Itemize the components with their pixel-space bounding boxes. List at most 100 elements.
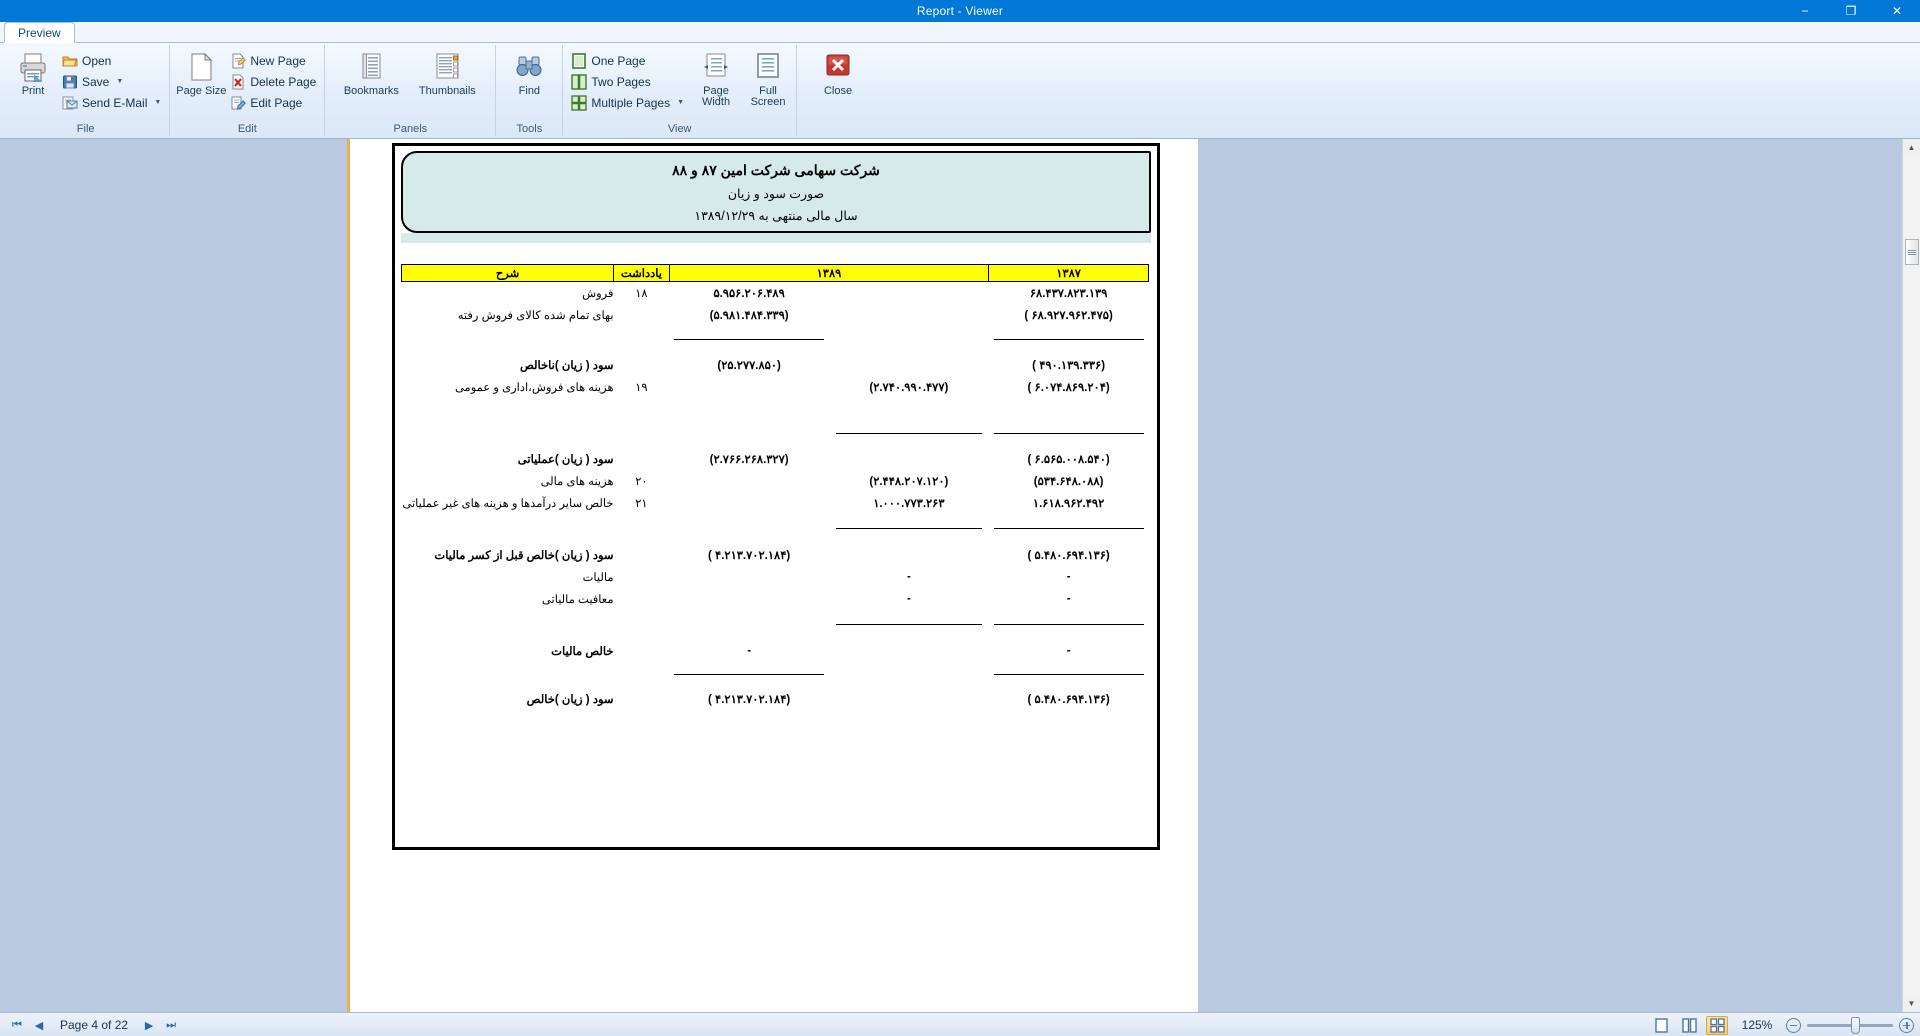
view-page-modes: One Page Two Pages Multiple Pages ▼	[568, 49, 687, 112]
previous-page-button[interactable]: ◀	[28, 1016, 50, 1034]
scrollbar-thumb[interactable]	[1905, 239, 1919, 265]
vertical-scrollbar[interactable]: ▲ ▼	[1902, 139, 1920, 1012]
zoom-in-icon[interactable]	[1899, 1017, 1914, 1033]
bookmarks-button[interactable]: Bookmarks	[340, 49, 402, 97]
cell-1389b: (۵.۹۸۱.۴۸۴.۳۳۹)	[709, 309, 789, 322]
cell-note	[614, 544, 670, 566]
send-email-dropdown-chevron-down-icon[interactable]: ▼	[154, 99, 161, 106]
ribbon-group-file-label: File	[76, 123, 95, 135]
rule-cell	[669, 326, 829, 354]
ribbon-group-tools-label: Tools	[516, 123, 543, 135]
subtotal-rule	[674, 339, 825, 340]
thumbnails-button[interactable]: Thumbnails	[414, 49, 480, 97]
open-button[interactable]: Open	[59, 51, 164, 70]
save-button[interactable]: Save ▼	[59, 72, 164, 91]
page-width-button[interactable]: Page Width	[693, 49, 739, 108]
one-page-view-icon	[1654, 1017, 1668, 1033]
full-screen-button[interactable]: Full Screen	[745, 49, 791, 108]
view-two-page-button[interactable]	[1678, 1016, 1700, 1035]
rule-cell	[402, 326, 614, 354]
zoom-slider[interactable]	[1786, 1016, 1914, 1034]
zoom-out-icon[interactable]	[1786, 1017, 1801, 1033]
cell-1389b	[669, 566, 829, 588]
cell-1387: -	[1066, 644, 1071, 657]
ribbon-group-close-label	[802, 122, 874, 136]
edit-commands: New Page Delete Page Edit Page	[227, 49, 319, 112]
table-row: (۶۸.۹۲۷.۹۶۲.۴۷۵ ) (۵.۹۸۱.۴۸۴.۳۳۹) بهای ت…	[402, 304, 1149, 326]
ribbon-group-edit-label: Edit	[237, 123, 257, 135]
status-bar: ⏮ ◀ Page 4 of 22 ▶ ⏭ 125%	[0, 1012, 1920, 1036]
next-page-button[interactable]: ▶	[138, 1016, 160, 1034]
delete-page-button[interactable]: Delete Page	[227, 72, 319, 91]
page-size-button-label: Page Size	[176, 85, 227, 97]
table-row: (۴۹۰.۱۳۹.۳۳۶ ) (۲۵.۲۷۷.۸۵۰) سود ( زیان )…	[402, 354, 1149, 376]
scroll-up-arrow-icon[interactable]: ▲	[1903, 139, 1920, 156]
zoom-slider-thumb[interactable]	[1851, 1016, 1860, 1034]
close-document-button[interactable]: Close	[814, 49, 862, 97]
cell-description: سود ( زیان )ناخالص	[519, 359, 614, 372]
viewport-left-gutter	[0, 139, 350, 1012]
cell-note: ۱۸	[635, 287, 648, 300]
tab-preview[interactable]: Preview	[4, 22, 75, 43]
one-page-button[interactable]: One Page	[568, 51, 687, 70]
print-button[interactable]: Print	[7, 49, 59, 97]
scroll-down-arrow-icon[interactable]: ▼	[1903, 995, 1920, 1012]
subtotal-rule	[674, 674, 825, 675]
cell-1387: (۴۹۰.۱۳۹.۳۳۶ )	[1032, 359, 1106, 372]
cell-1387: (۵.۴۸۰.۶۹۴.۱۳۶ )	[1027, 549, 1110, 562]
page-size-button[interactable]: Page Size	[175, 49, 227, 97]
file-commands: Open Save ▼ Send E-Mail ▼	[59, 49, 164, 112]
document-viewport[interactable]: شرکت سهامی شرکت امین ۸۷ و ۸۸ صورت سود و …	[0, 139, 1920, 1012]
maximize-button[interactable]: ❐	[1828, 0, 1874, 22]
send-email-button[interactable]: Send E-Mail ▼	[59, 93, 164, 112]
bookmarks-icon	[355, 51, 387, 83]
subtotal-rule	[835, 433, 982, 434]
full-screen-button-label: Full Screen	[750, 85, 786, 108]
cell-1389a	[829, 354, 989, 376]
subtotal-rule	[993, 433, 1144, 434]
column-header-note: یادداشت	[613, 264, 670, 282]
title-bar: Report - Viewer − ❐ ✕	[0, 0, 1920, 22]
rule-cell	[989, 514, 1149, 544]
view-one-page-button[interactable]	[1650, 1016, 1672, 1035]
zoom-level-label: 125%	[1741, 1018, 1773, 1032]
last-page-button[interactable]: ⏭	[160, 1016, 182, 1034]
cell-description: سود ( زیان )عملیاتی	[517, 453, 614, 466]
cell-1389b: (۴.۲۱۳.۷۰۲.۱۸۴ )	[708, 549, 791, 562]
cell-1389a	[829, 640, 989, 662]
first-page-button[interactable]: ⏮	[6, 1016, 28, 1034]
cell-1389b: (۲۵.۲۷۷.۸۵۰)	[717, 359, 781, 372]
rule-cell	[614, 662, 670, 688]
cell-1389a	[829, 448, 989, 470]
zoom-slider-track[interactable]	[1807, 1016, 1893, 1034]
delete-page-button-label: Delete Page	[250, 74, 317, 89]
close-window-button[interactable]: ✕	[1874, 0, 1920, 22]
cell-description: خالص سایر درآمدها و هزینه های غیر عملیات…	[402, 497, 614, 510]
rule-cell	[614, 514, 670, 544]
new-page-button[interactable]: New Page	[227, 51, 319, 70]
multiple-pages-button[interactable]: Multiple Pages ▼	[568, 93, 687, 112]
cell-1387: ۶۸.۴۳۷.۸۲۳.۱۳۹	[1029, 287, 1108, 300]
multiple-pages-dropdown-chevron-down-icon[interactable]: ▼	[677, 99, 684, 106]
view-multi-page-button[interactable]	[1706, 1015, 1728, 1035]
window-controls: − ❐ ✕	[1782, 0, 1920, 22]
report-company-title: شرکت سهامی شرکت امین ۸۷ و ۸۸	[672, 161, 880, 178]
rule-cell	[829, 326, 989, 354]
cell-1389a: ۱.۰۰۰.۷۷۳.۲۶۳	[873, 497, 945, 510]
ribbon-group-file: Print Open Save ▼ Send E-Mail ▼ File	[2, 45, 171, 136]
two-pages-button[interactable]: Two Pages	[568, 72, 687, 91]
cell-note	[614, 640, 670, 662]
report-header-band	[401, 233, 1151, 243]
minimize-button[interactable]: −	[1782, 0, 1828, 22]
cell-note: ۲۱	[635, 497, 648, 510]
cell-1389b: (۲.۷۶۶.۲۶۸.۳۲۷)	[709, 453, 789, 466]
save-dropdown-chevron-down-icon[interactable]: ▼	[116, 78, 123, 85]
ribbon-group-edit: Page Size New Page Delete Page Edit Page…	[170, 45, 326, 136]
one-page-button-label: One Page	[591, 53, 646, 68]
cell-1387: (۶۸.۹۲۷.۹۶۲.۴۷۵ )	[1024, 309, 1113, 322]
delete-page-icon	[230, 74, 246, 90]
table-row: - - معافیت مالیاتی	[402, 588, 1149, 610]
edit-page-button[interactable]: Edit Page	[227, 93, 319, 112]
ribbon-group-tools: Find Tools	[496, 45, 564, 136]
find-button[interactable]: Find	[507, 49, 551, 97]
